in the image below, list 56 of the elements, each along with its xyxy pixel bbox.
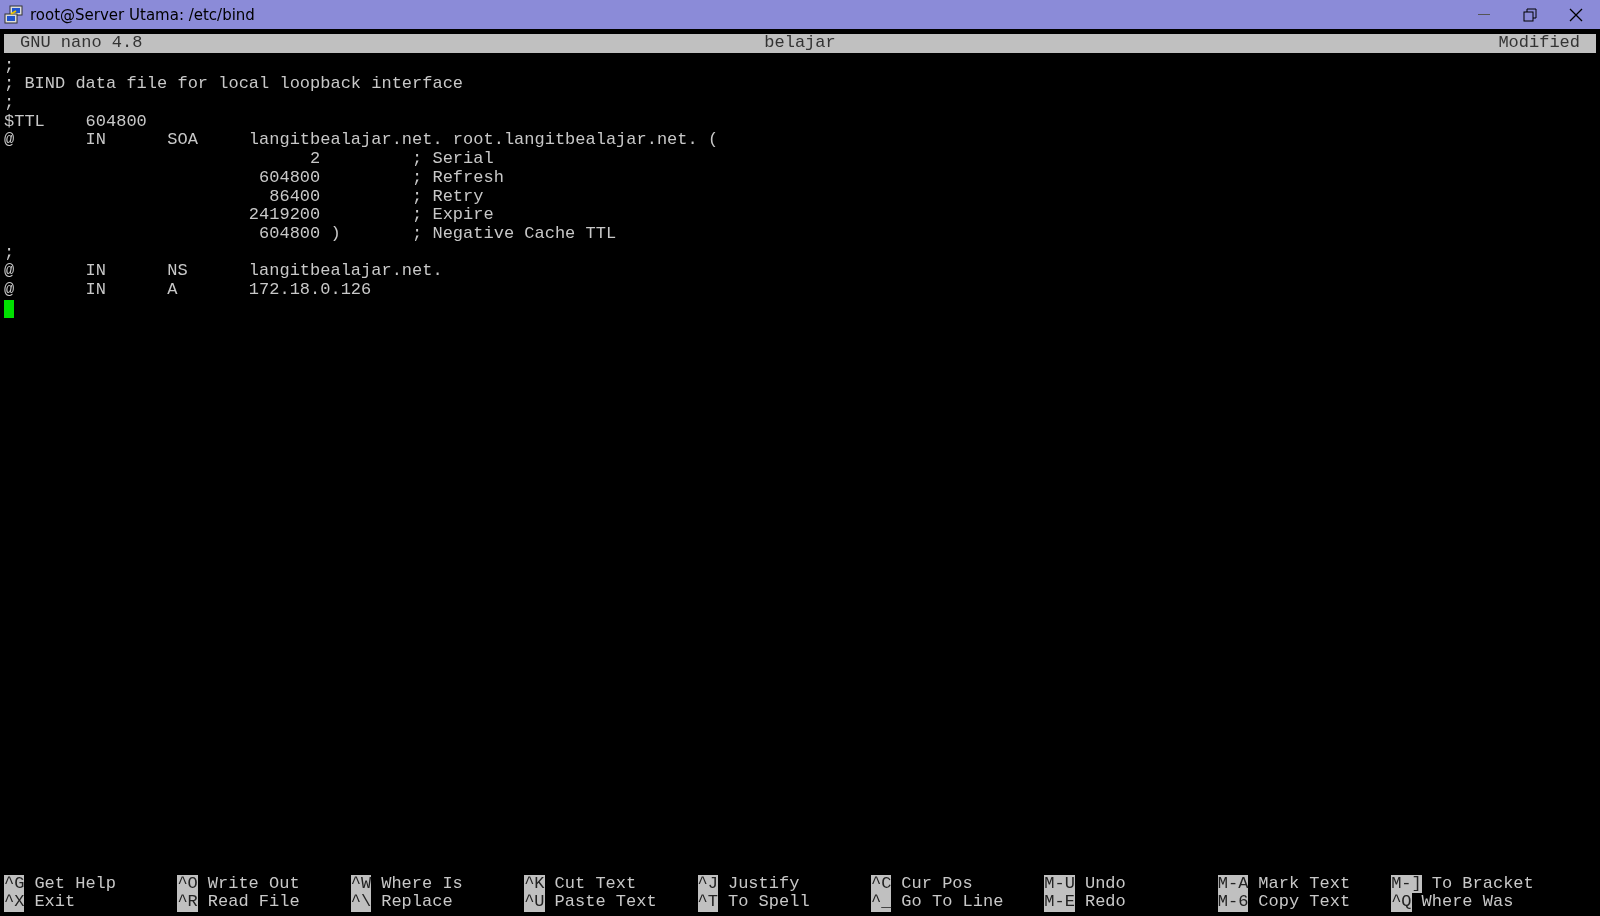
shortcut-key: ^Q [1391, 893, 1412, 912]
terminal-icon [4, 4, 24, 25]
shortcut-label: Undo [1084, 874, 1126, 894]
shortcut-label: Mark Text [1258, 874, 1351, 894]
code-line: @ IN SOA langitbealajar.net. root.langitbealajar.net. ( [4, 131, 720, 151]
shortcut-key: ^T [697, 893, 718, 912]
app-version: GNU nano 4.8 [19, 34, 144, 53]
shortcut-key: ^C [870, 874, 892, 894]
shortcut-key: ^J [697, 874, 718, 894]
shortcut-label: Replace [381, 893, 453, 912]
shortcut-label: Where Was [1421, 893, 1514, 912]
shortcut-label: Paste Text [554, 893, 657, 912]
code-line: @ IN A 172.18.0.126 [4, 280, 373, 300]
restore-icon [1523, 7, 1537, 22]
shortcut-label: Go To Line [901, 893, 1004, 912]
close-icon [1569, 7, 1583, 22]
shortcut-label: Get Help [34, 874, 117, 894]
code-line: 2 ; Serial [309, 150, 495, 169]
shortcut-key: M-6 [1217, 893, 1249, 912]
shortcut-label: To Spell [727, 893, 810, 912]
code-line: @ IN NS langitbealajar.net. [4, 262, 444, 281]
shortcut-label: Cut Text [554, 874, 637, 894]
shortcut-key: ^R [177, 893, 198, 912]
shortcut-label: Justify [727, 874, 800, 894]
shortcut-key: M-] [1391, 874, 1422, 894]
file-name: belajar [763, 34, 837, 53]
code-line: 86400 ; Retry [268, 187, 485, 207]
minimize-icon [1478, 13, 1490, 16]
shortcut-key: ^O [177, 874, 198, 894]
code-line: ; BIND data file for local loopback interface [4, 75, 465, 95]
shortcut-label: Cur Pos [901, 874, 973, 894]
code-line: 604800 ; Refresh [258, 168, 505, 188]
shortcut-label: Where Is [381, 874, 463, 894]
shortcut-label: Write Out [207, 874, 300, 894]
text-cursor [4, 299, 14, 318]
shortcut-label: Read File [207, 893, 300, 912]
modified-status: Modified [1497, 34, 1581, 53]
shortcut-key: ^X [4, 893, 25, 912]
shortcut-key: ^\ [350, 893, 372, 912]
shortcut-key: M-E [1044, 893, 1075, 912]
shortcut-label: Copy Text [1258, 893, 1351, 912]
code-line: $TTL 604800 [4, 112, 148, 132]
code-line: 2419200 ; Expire [247, 206, 495, 225]
code-line: ; [4, 94, 16, 113]
shortcut-key: ^U [524, 893, 545, 912]
shortcut-label: Redo [1084, 893, 1126, 912]
shortcut-label: Exit [34, 893, 76, 912]
code-line: ; [4, 56, 16, 76]
shortcut-key: ^W [350, 874, 372, 894]
shortcut-key: ^K [524, 874, 545, 894]
shortcut-key: M-U [1044, 874, 1075, 894]
code-line: ; [4, 243, 16, 263]
code-line: 604800 ) ; Negative Cache TTL [258, 224, 618, 244]
shortcut-label: To Bracket [1431, 874, 1534, 894]
shortcut-key: ^G [4, 874, 25, 894]
window-title: root@Server Utama: /etc/bind [30, 5, 256, 24]
